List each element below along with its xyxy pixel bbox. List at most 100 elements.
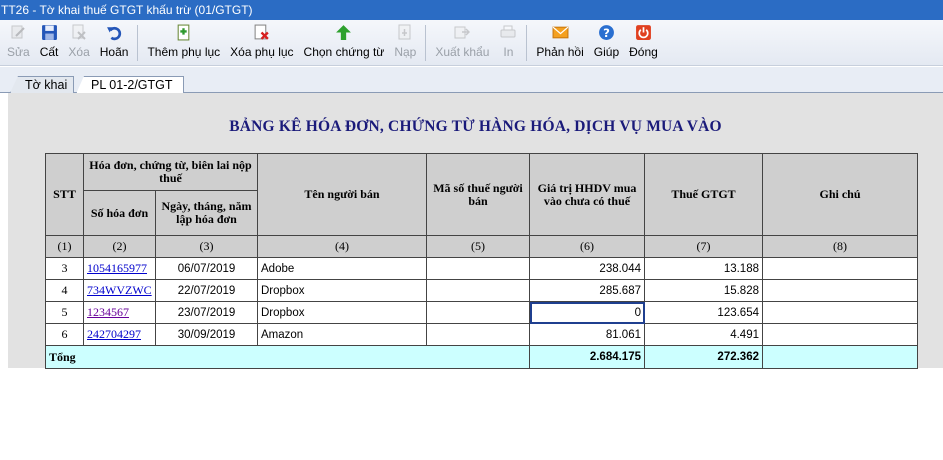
svg-text:?: ? bbox=[603, 25, 610, 39]
header-seller-tax-code: Mã số thuế người bán bbox=[426, 153, 530, 236]
floppy-disk-icon bbox=[40, 23, 58, 41]
cell-invoice-number[interactable]: 734WVZWC bbox=[83, 279, 156, 302]
tab-to-khai[interactable]: Tờ khai bbox=[10, 76, 74, 93]
up-arrow-icon bbox=[335, 23, 353, 41]
giup-button[interactable]: ? Giúp bbox=[589, 20, 624, 66]
cell-invoice-date[interactable]: 30/09/2019 bbox=[155, 323, 258, 346]
cell-stt[interactable]: 4 bbox=[45, 279, 84, 302]
total-note bbox=[762, 345, 918, 369]
cell-vat[interactable]: 13.188 bbox=[644, 257, 763, 280]
column-number: (1) bbox=[45, 235, 84, 258]
total-row: Tổng 2.684.175 272.362 bbox=[45, 345, 918, 369]
header-stt: STT bbox=[45, 153, 84, 236]
cell-seller-tax-code[interactable] bbox=[426, 323, 530, 346]
invoice-number-link[interactable]: 1234567 bbox=[87, 305, 129, 319]
cell-seller-name[interactable]: Adobe bbox=[257, 257, 427, 280]
dong-button[interactable]: Đóng bbox=[624, 20, 663, 66]
tab-strip: Tờ khai PL 01-2/GTGT bbox=[0, 67, 943, 94]
column-number: (7) bbox=[644, 235, 763, 258]
cell-vat[interactable]: 15.828 bbox=[644, 279, 763, 302]
sua-button[interactable]: Sửa bbox=[2, 20, 35, 66]
header-invoice-date: Ngày, tháng, năm lập hóa đơn bbox=[155, 190, 258, 236]
table-row: 6 242704297 30/09/2019 Amazon 81.061 4.4… bbox=[45, 323, 918, 346]
them-phu-luc-button[interactable]: Thêm phụ lục bbox=[142, 20, 225, 66]
cell-invoice-number[interactable]: 242704297 bbox=[83, 323, 156, 346]
xoa-button[interactable]: Xóa bbox=[63, 20, 94, 66]
cell-stt[interactable]: 3 bbox=[45, 257, 84, 280]
column-number: (4) bbox=[257, 235, 427, 258]
cell-note[interactable] bbox=[762, 323, 918, 346]
report-title: BẢNG KÊ HÓA ĐƠN, CHỨNG TỪ HÀNG HÓA, DỊCH… bbox=[229, 118, 722, 135]
remove-appendix-icon bbox=[253, 23, 271, 41]
toolbar-separator bbox=[137, 25, 139, 61]
cell-invoice-date[interactable]: 06/07/2019 bbox=[155, 257, 258, 280]
toolbar-separator bbox=[425, 25, 427, 61]
total-vat: 272.362 bbox=[644, 345, 763, 369]
cell-note[interactable] bbox=[762, 257, 918, 280]
cell-value-before-tax[interactable]: 81.061 bbox=[529, 323, 645, 346]
chon-chung-tu-button[interactable]: Chọn chứng từ bbox=[299, 20, 390, 66]
envelope-icon bbox=[551, 23, 569, 41]
load-icon bbox=[396, 23, 414, 41]
cell-invoice-date[interactable]: 23/07/2019 bbox=[155, 301, 258, 324]
hoan-button[interactable]: Hoãn bbox=[95, 20, 134, 66]
cell-vat[interactable]: 123.654 bbox=[644, 301, 763, 324]
cell-seller-tax-code[interactable] bbox=[426, 279, 530, 302]
table-row: 5 1234567 23/07/2019 Dropbox 0 123.654 bbox=[45, 301, 918, 324]
header-vat: Thuế GTGT bbox=[644, 153, 763, 236]
delete-document-icon bbox=[70, 23, 88, 41]
cell-seller-tax-code[interactable] bbox=[426, 301, 530, 324]
table-row: 4 734WVZWC 22/07/2019 Dropbox 285.687 15… bbox=[45, 279, 918, 302]
undo-icon bbox=[105, 23, 123, 41]
cell-invoice-date[interactable]: 22/07/2019 bbox=[155, 279, 258, 302]
cell-note[interactable] bbox=[762, 279, 918, 302]
tab-pl-01-2-gtgt[interactable]: PL 01-2/GTGT bbox=[76, 76, 184, 94]
total-label: Tổng bbox=[45, 345, 530, 369]
column-number: (6) bbox=[529, 235, 645, 258]
cell-seller-name[interactable]: Amazon bbox=[257, 323, 427, 346]
cell-value-before-tax-selected[interactable]: 0 bbox=[529, 301, 645, 324]
total-value-before-tax: 2.684.175 bbox=[529, 345, 645, 369]
nap-button[interactable]: Nạp bbox=[389, 20, 421, 66]
cell-seller-tax-code[interactable] bbox=[426, 257, 530, 280]
xoa-phu-luc-button[interactable]: Xóa phụ lục bbox=[225, 20, 298, 66]
toolbar-separator bbox=[526, 25, 528, 61]
invoice-number-link[interactable]: 734WVZWC bbox=[87, 283, 152, 297]
app-window: TT26 - Tờ khai thuế GTGT khấu trừ (01/GT… bbox=[0, 0, 943, 460]
report-panel: BẢNG KÊ HÓA ĐƠN, CHỨNG TỪ HÀNG HÓA, DỊCH… bbox=[8, 93, 943, 369]
header-invoice-group: Hóa đơn, chứng từ, biên lai nộp thuế bbox=[83, 153, 258, 191]
header-seller-name: Tên người bán bbox=[257, 153, 427, 236]
column-number: (8) bbox=[762, 235, 918, 258]
power-icon bbox=[634, 23, 652, 41]
invoice-number-link[interactable]: 1054165977 bbox=[87, 261, 147, 275]
window-title: TT26 - Tờ khai thuế GTGT khấu trừ (01/GT… bbox=[0, 0, 943, 20]
export-icon bbox=[453, 23, 471, 41]
header-invoice-number: Số hóa đơn bbox=[83, 190, 156, 236]
cell-stt[interactable]: 6 bbox=[45, 323, 84, 346]
table-row: 3 1054165977 06/07/2019 Adobe 238.044 13… bbox=[45, 257, 918, 280]
header-value-before-tax: Giá trị HHDV mua vào chưa có thuế bbox=[529, 153, 645, 236]
add-appendix-icon bbox=[175, 23, 193, 41]
column-number: (5) bbox=[426, 235, 530, 258]
phan-hoi-button[interactable]: Phản hồi bbox=[531, 20, 588, 66]
column-number: (3) bbox=[155, 235, 258, 258]
cell-note[interactable] bbox=[762, 301, 918, 324]
in-button[interactable]: In bbox=[494, 20, 522, 66]
cat-button[interactable]: Cất bbox=[35, 20, 64, 66]
cell-value-before-tax[interactable]: 285.687 bbox=[529, 279, 645, 302]
help-icon: ? bbox=[597, 23, 615, 41]
column-number: (2) bbox=[83, 235, 156, 258]
edit-icon bbox=[9, 23, 27, 41]
xuat-khau-button[interactable]: Xuất khẩu bbox=[430, 20, 494, 66]
invoice-table: STT Hóa đơn, chứng từ, biên lai nộp thuế… bbox=[45, 153, 918, 369]
cell-vat[interactable]: 4.491 bbox=[644, 323, 763, 346]
invoice-number-link[interactable]: 242704297 bbox=[87, 327, 141, 341]
cell-invoice-number[interactable]: 1234567 bbox=[83, 301, 156, 324]
cell-seller-name[interactable]: Dropbox bbox=[257, 301, 427, 324]
print-icon bbox=[499, 23, 517, 41]
cell-stt[interactable]: 5 bbox=[45, 301, 84, 324]
cell-seller-name[interactable]: Dropbox bbox=[257, 279, 427, 302]
header-note: Ghi chú bbox=[762, 153, 918, 236]
cell-value-before-tax[interactable]: 238.044 bbox=[529, 257, 645, 280]
cell-invoice-number[interactable]: 1054165977 bbox=[83, 257, 156, 280]
